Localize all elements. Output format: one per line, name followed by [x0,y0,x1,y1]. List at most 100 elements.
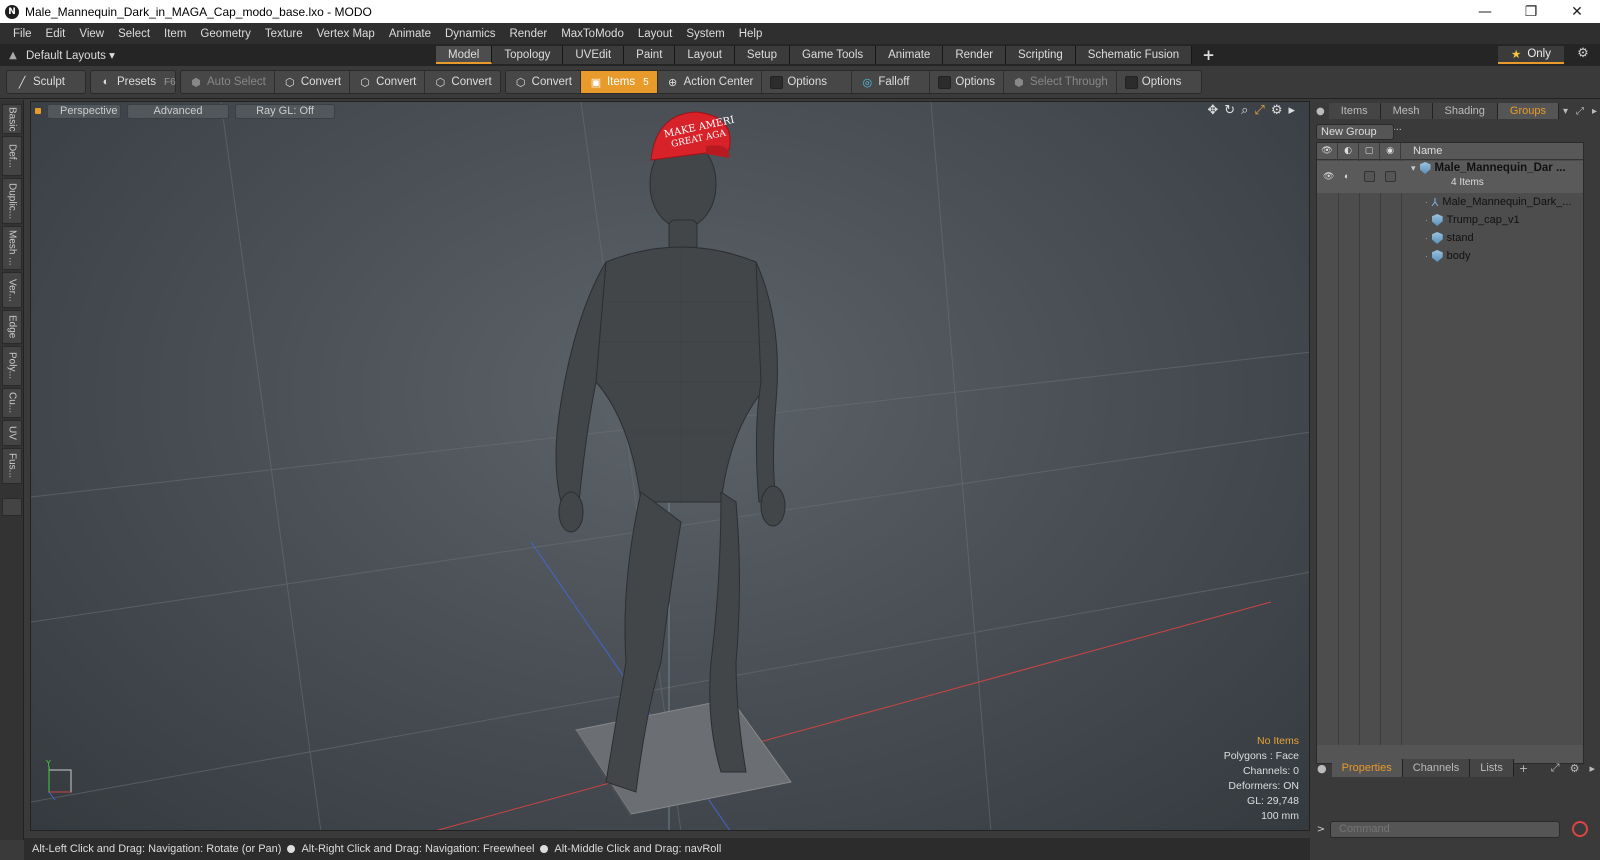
minimize-button[interactable]: — [1462,0,1508,23]
tab-uv[interactable]: UV [2,420,22,446]
tab-duplicate[interactable]: Duplic... [2,178,22,224]
items-mode-button[interactable]: ▣ Items 5 [580,71,658,93]
tab-edge[interactable]: Edge [2,310,22,344]
falloff-button[interactable]: ◎ Falloff [852,71,931,93]
close-button[interactable]: ✕ [1554,0,1600,23]
tab-properties[interactable]: Properties [1331,759,1403,777]
advanced-dropdown[interactable]: Advanced [127,103,229,119]
panel-menu-dot-icon[interactable]: ● [1312,106,1329,117]
tab-model[interactable]: Model [436,46,493,64]
tab-render[interactable]: Render [943,46,1007,64]
group-child-row[interactable]: · stand [1317,229,1583,247]
menu-render[interactable]: Render [502,28,554,40]
tab-deform[interactable]: Def... [2,136,22,176]
group-child-row[interactable]: · ⅄ Male_Mannequin_Dark_... [1317,193,1583,211]
options-checkbox[interactable] [770,75,784,89]
tab-uvedit[interactable]: UVEdit [563,46,625,64]
menu-view[interactable]: View [72,28,111,40]
menu-maxtomodo[interactable]: MaxToModo [554,28,631,40]
default-layouts-dropdown[interactable]: Default Layouts ▾ [26,48,436,62]
group-select-checkbox[interactable] [1385,171,1396,182]
command-record-icon[interactable] [1572,821,1588,837]
name-column-header[interactable]: Name [1401,145,1442,157]
add-layout-tab-button[interactable]: + [1192,46,1225,64]
panel-menu-dot-icon[interactable]: ● [1312,762,1332,775]
tab-items[interactable]: Items [1328,103,1381,119]
convert-polygons-button[interactable]: ⬡ Convert [425,71,499,93]
command-input[interactable] [1330,820,1560,838]
action-center-options-button[interactable]: Options [762,71,853,93]
perspective-dropdown[interactable]: Perspective [47,103,121,119]
tab-layout[interactable]: Layout [675,46,735,64]
tab-lists[interactable]: Lists [1470,759,1514,777]
menu-edit[interactable]: Edit [39,28,73,40]
falloff-options-button[interactable]: Options [930,71,1004,93]
tab-animate[interactable]: Animate [876,46,944,64]
presets-button[interactable]: ◐ Presets F6 [91,71,184,93]
panel-gear-icon[interactable]: ⚙ [1565,762,1585,775]
menu-vertex-map[interactable]: Vertex Map [310,28,382,40]
panel-expand-icon[interactable]: ⤢ [1572,106,1588,117]
panel-arrow-icon[interactable]: ▸ [1588,106,1600,117]
visibility-column-eye-icon[interactable]: 👁 [1317,142,1338,160]
panel-expand-icon[interactable]: ⤢ [1546,761,1565,775]
viewport-expand-arrow-icon[interactable]: ▸ [1288,103,1295,118]
tab-setup[interactable]: Setup [734,46,790,64]
tab-basic[interactable]: Basic [2,104,22,134]
tab-schematic-fusion[interactable]: Schematic Fusion [1075,46,1193,64]
convert-vertices-button[interactable]: ⬡ Convert [275,71,351,93]
sculpt-button[interactable]: ╱ Sculpt [7,71,73,93]
tab-channels[interactable]: Channels [1402,759,1471,777]
convert-edges-button[interactable]: ⬡ Convert [350,71,426,93]
auto-select-button[interactable]: ⬢ Auto Select [181,71,275,93]
panel-arrow-icon[interactable]: ▸ [1584,762,1600,775]
menu-texture[interactable]: Texture [258,28,310,40]
menu-item[interactable]: Item [157,28,193,40]
group-render-icon[interactable]: ◐ [1344,171,1354,181]
fit-icon[interactable]: ⤢ [1254,103,1264,118]
tab-game-tools[interactable]: Game Tools [789,46,877,64]
action-center-button[interactable]: ⊕ Action Center [658,71,763,93]
group-child-row[interactable]: · body [1317,247,1583,265]
render-column-icon[interactable]: ◐ [1338,142,1359,160]
tab-scripting[interactable]: Scripting [1006,46,1076,64]
tab-vertex[interactable]: Ver... [2,272,22,308]
tab-extra[interactable] [2,498,22,516]
tab-mesh[interactable]: Mesh ... [1380,103,1433,133]
viewport-gear-icon[interactable]: ⚙ [1271,103,1283,118]
tab-polygon[interactable]: Poly... [2,346,22,386]
menu-help[interactable]: Help [732,28,770,40]
group-lock-checkbox[interactable] [1364,171,1375,182]
only-toggle-button[interactable]: ★ Only [1498,46,1564,64]
group-child-row[interactable]: · Trump_cap_v1 [1317,211,1583,229]
restore-button[interactable]: ❐ [1508,0,1554,23]
collapse-toolbar-icon[interactable]: ▲ [0,50,26,61]
new-group-button[interactable]: New Group [1316,124,1394,140]
zoom-icon[interactable]: ⌕ [1241,103,1248,118]
tabs-dropdown-icon[interactable]: ▾ [1559,106,1572,117]
viewport-menu-dot[interactable] [35,108,41,114]
tab-paint[interactable]: Paint [624,46,676,64]
add-tab-button[interactable]: + [1514,762,1533,775]
tab-mesh-edit[interactable]: Mesh ... [2,226,22,270]
convert-items-button[interactable]: ⬡ Convert [506,71,581,93]
menu-file[interactable]: File [6,28,39,40]
options-checkbox[interactable] [938,75,952,89]
menu-geometry[interactable]: Geometry [193,28,258,40]
tab-groups[interactable]: Groups [1497,103,1559,119]
select-through-options-button[interactable]: Options [1117,71,1201,93]
select-column-icon[interactable]: ◉ [1380,142,1401,160]
menu-system[interactable]: System [679,28,731,40]
command-history-arrow-icon[interactable]: > [1312,824,1330,835]
group-visibility-eye-icon[interactable]: 👁 [1323,171,1334,181]
raygl-dropdown[interactable]: Ray GL: Off [235,103,335,119]
select-through-button[interactable]: ⬢ Select Through [1004,71,1117,93]
expand-arrow-icon[interactable]: ▾ [1411,163,1416,174]
group-row[interactable]: 👁 ◐ ▾ Male_Mannequin_Dar ... 4 Items [1317,161,1583,193]
options-checkbox[interactable] [1124,75,1138,89]
3d-viewport[interactable]: MAKE AMERI GREAT AGA Y Perspective Advan… [30,101,1310,831]
tab-shading[interactable]: Shading [1432,103,1498,119]
tab-curve[interactable]: Cu... [2,388,22,418]
lock-column-icon[interactable]: ▢ [1359,142,1380,160]
menu-layout[interactable]: Layout [631,28,680,40]
